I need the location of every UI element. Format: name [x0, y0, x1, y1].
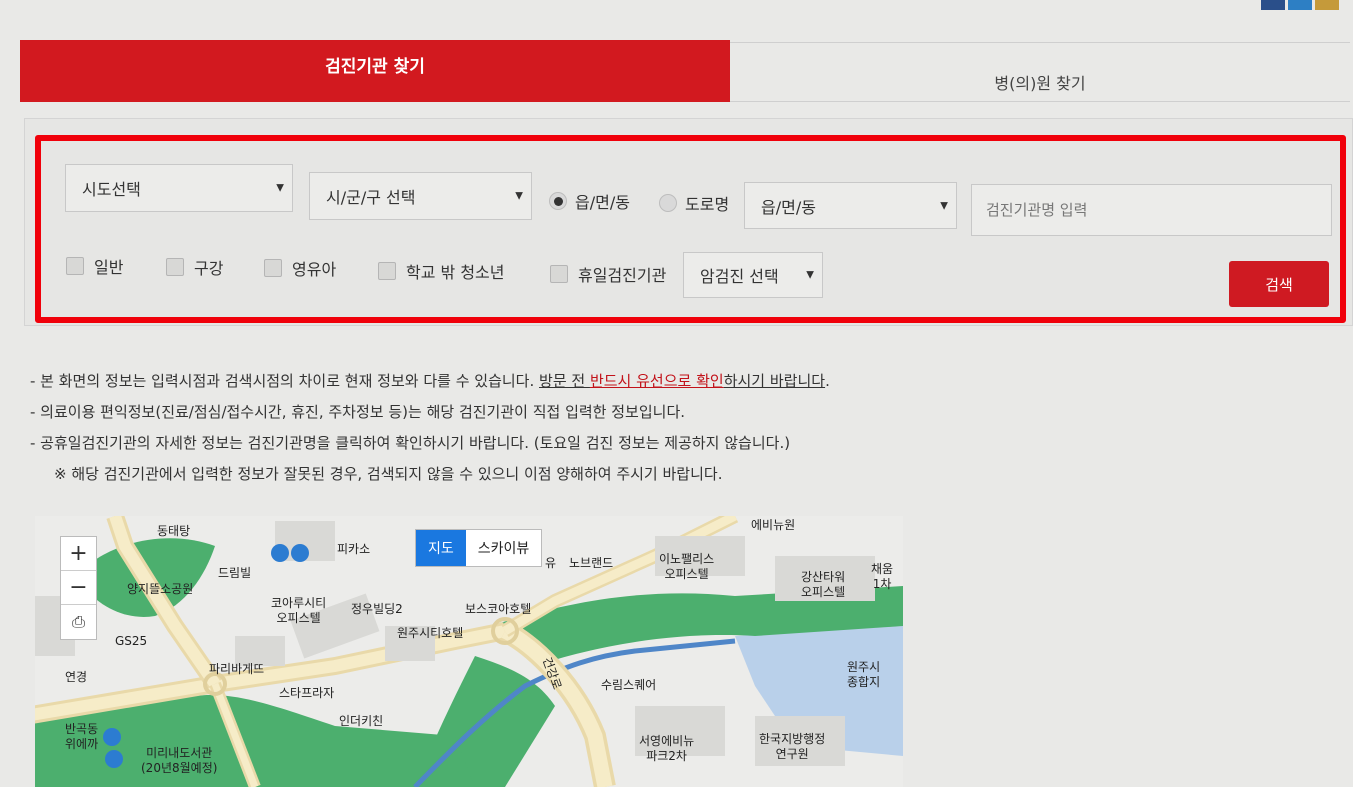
bus-stop-icon[interactable] — [103, 728, 121, 746]
zoom-in-button[interactable]: + — [61, 537, 96, 571]
notice-line-4: ※ 해당 검진기관에서 입력한 정보가 잘못된 경우, 검색되지 않을 수 있으… — [54, 465, 723, 483]
corner-icon-1[interactable] — [1261, 0, 1285, 10]
map-label[interactable]: 드림빌 — [218, 566, 251, 581]
notice-underline-end: 하시기 바랍니다 — [723, 372, 826, 390]
map-view[interactable]: + − ⎙ 지도 스카이뷰 동태탕 양지뜰소공원 드림빌 피카소 노브랜드 이노… — [35, 516, 903, 787]
map-label[interactable]: 동태탕 — [157, 524, 190, 539]
bus-stop-icon[interactable] — [291, 544, 309, 562]
notice-line-2: - 의료이용 편익정보(진료/점심/접수시간, 휴진, 주차정보 등)는 해당 … — [30, 403, 686, 421]
notice-line-1: - 본 화면의 정보는 입력시점과 검색시점의 차이로 현재 정보와 다를 수 … — [30, 366, 830, 397]
map-label[interactable]: 보스코아호텔 — [465, 602, 531, 617]
map-type-toggle: 지도 스카이뷰 — [415, 529, 543, 567]
map-label[interactable]: 인더키친 — [339, 714, 383, 729]
map-label[interactable]: 노브랜드 — [569, 556, 613, 571]
map-label[interactable]: GS25 — [115, 634, 147, 649]
zoom-out-button[interactable]: − — [61, 571, 96, 605]
corner-icon-2[interactable] — [1288, 0, 1312, 10]
map-label[interactable]: 반곡동 위에까 — [65, 722, 98, 752]
map-type-skyview[interactable]: 스카이뷰 — [466, 530, 542, 566]
map-label[interactable]: 한국지방행정 연구원 — [759, 732, 825, 762]
bus-stop-icon[interactable] — [271, 544, 289, 562]
map-label[interactable]: 원주시 종합지 — [847, 660, 880, 690]
notice-period: . — [825, 372, 830, 390]
map-label[interactable]: 에비뉴원 — [751, 518, 795, 533]
map-label[interactable]: 피카소 — [337, 542, 370, 557]
tab-find-checkup-center[interactable]: 검진기관 찾기 — [20, 40, 730, 102]
map-label[interactable]: 강산타워 오피스텔 — [801, 570, 845, 600]
notice-line-1-text: - 본 화면의 정보는 입력시점과 검색시점의 차이로 현재 정보와 다를 수 … — [30, 372, 540, 390]
map-label[interactable]: 원주시티호텔 — [397, 626, 463, 641]
map-label[interactable]: 채움 1차 — [871, 562, 893, 592]
map-label[interactable]: 정우빌딩2 — [351, 602, 403, 617]
map-type-map[interactable]: 지도 — [416, 530, 466, 566]
top-corner-icons — [1261, 0, 1339, 10]
zoom-control: + − ⎙ — [60, 536, 97, 640]
notice-underline: 방문 전 — [539, 372, 590, 390]
map-label[interactable]: 파리바게뜨 — [209, 662, 264, 677]
map-label[interactable]: 코아루시티 오피스텔 — [271, 596, 326, 626]
notice-red-emphasis: 반드시 유선으로 확인 — [589, 372, 724, 390]
map-label[interactable]: 연경 — [65, 670, 87, 685]
map-label[interactable]: 스타프라자 — [279, 686, 334, 701]
bus-stop-icon[interactable] — [105, 750, 123, 768]
map-label[interactable]: 미리내도서관 (20년8월예정) — [141, 746, 217, 776]
highlight-box — [35, 135, 1346, 323]
notice-list: - 본 화면의 정보는 입력시점과 검색시점의 차이로 현재 정보와 다를 수 … — [30, 366, 830, 490]
map-label[interactable]: 유 — [545, 556, 556, 571]
map-label[interactable]: 서영에비뉴 파크2차 — [639, 734, 694, 764]
print-button[interactable]: ⎙ — [61, 605, 96, 639]
notice-line-3: - 공휴일검진기관의 자세한 정보는 검진기관명을 클릭하여 확인하시기 바랍니… — [30, 434, 791, 452]
map-label[interactable]: 수림스퀘어 — [601, 678, 656, 693]
tab-bar: 검진기관 찾기 병(의)원 찾기 — [20, 40, 1350, 102]
map-label[interactable]: 이노팰리스 오피스텔 — [659, 552, 714, 582]
map-label[interactable]: 양지뜰소공원 — [127, 582, 193, 597]
corner-icon-3[interactable] — [1315, 0, 1339, 10]
tab-find-hospital[interactable]: 병(의)원 찾기 — [730, 42, 1350, 102]
